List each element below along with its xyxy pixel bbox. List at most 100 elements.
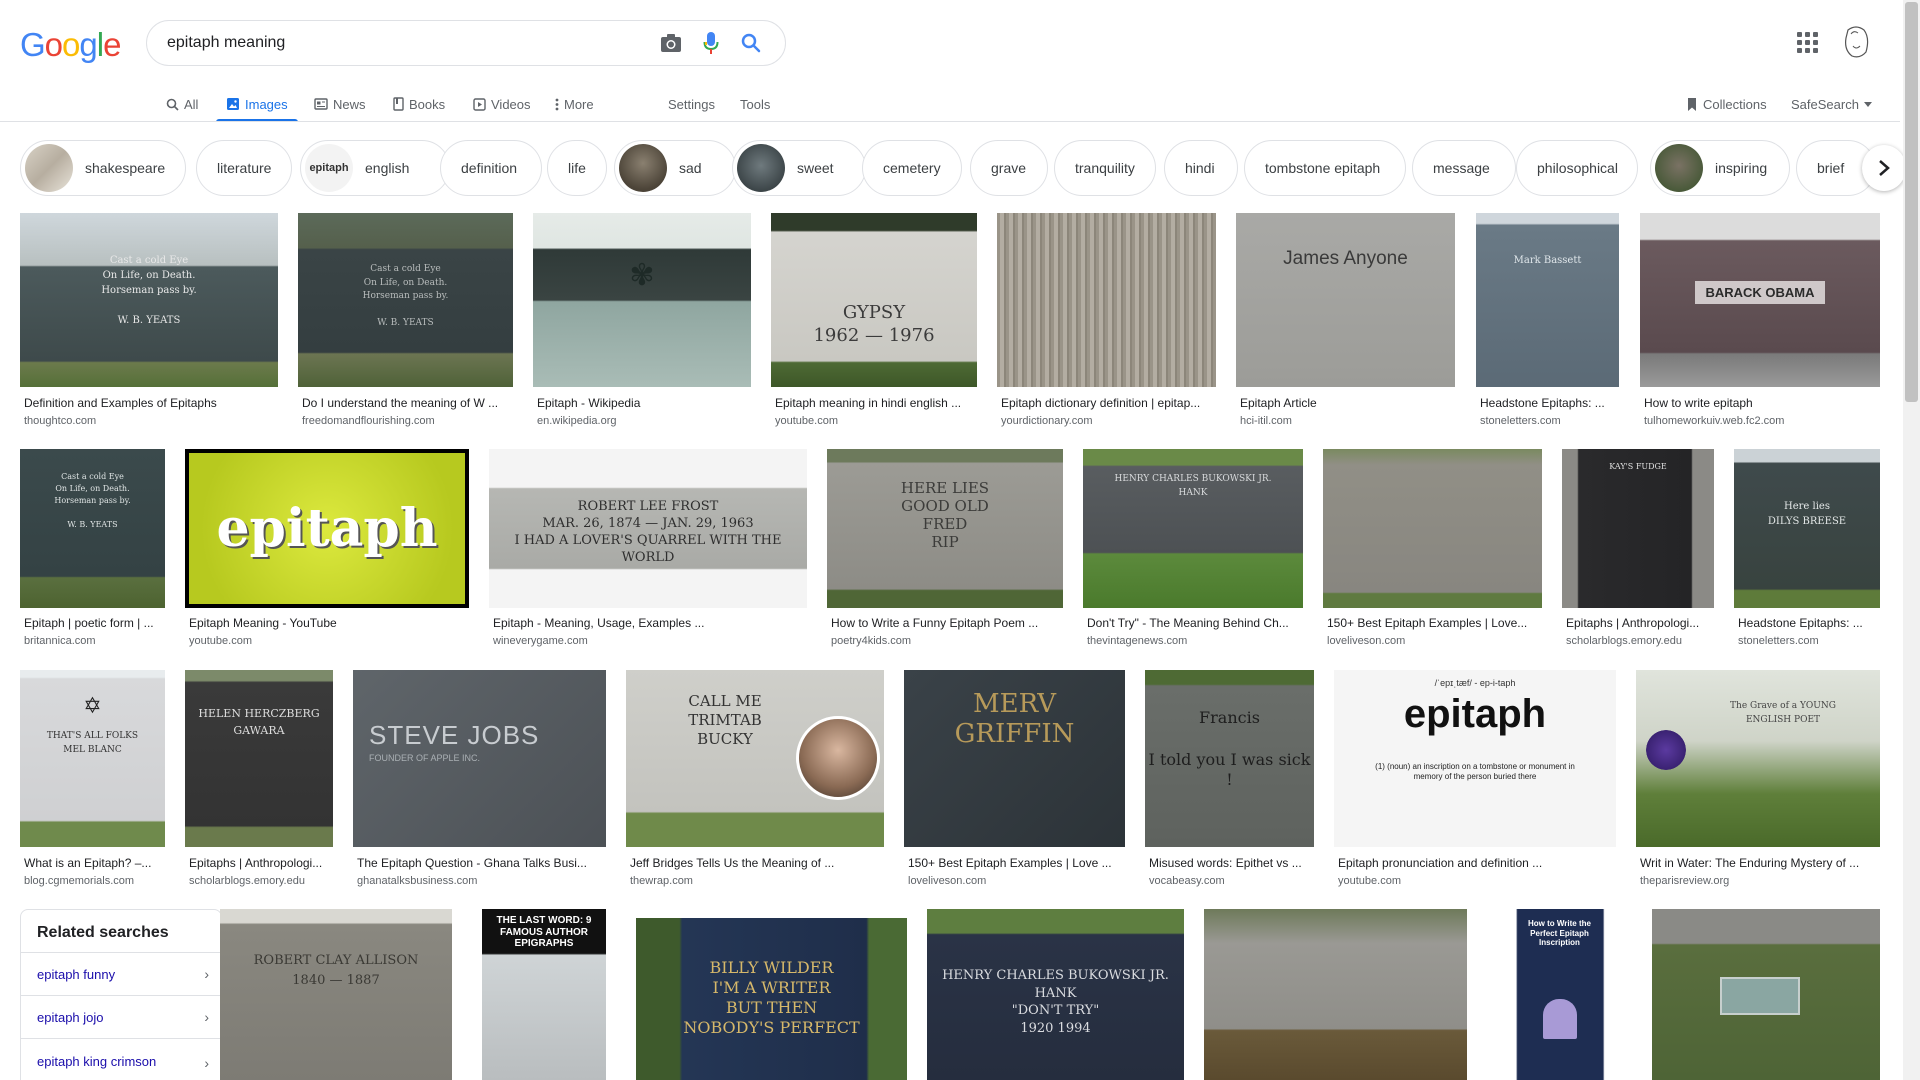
result-title: Epitaph - Meaning, Usage, Examples ... <box>493 616 705 630</box>
chip-label: life <box>568 160 586 176</box>
safesearch-dropdown[interactable]: SafeSearch <box>1791 86 1872 122</box>
chip-thumbnail-text: epitaph <box>309 162 349 174</box>
related-search-item[interactable]: epitaph jojo › <box>21 995 221 1038</box>
chip-thumbnail <box>737 144 785 192</box>
image-result[interactable]: HERE LIES GOOD OLD FRED RIP How to Write… <box>827 449 1063 649</box>
image-inscription: Mark Bassett <box>1513 255 1582 266</box>
settings-link[interactable]: Settings <box>668 86 715 122</box>
refinement-chips: shakespeare literature epitaph english d… <box>20 140 1900 196</box>
image-result[interactable]: ROBERT LEE FROST MAR. 26, 1874 — JAN. 29… <box>489 449 807 649</box>
google-apps-icon[interactable] <box>1795 30 1819 54</box>
chip-tombstone-epitaph[interactable]: tombstone epitaph <box>1244 140 1406 196</box>
result-title: Epitaphs | Anthropologi... <box>1566 616 1700 630</box>
search-icon <box>166 98 179 111</box>
image-result[interactable]: ✾ Epitaph - Wikipedia en.wikipedia.org <box>533 213 751 429</box>
chip-cemetery[interactable]: cemetery <box>862 140 962 196</box>
result-title: Don't Try" - The Meaning Behind Ch... <box>1087 616 1289 630</box>
chip-life[interactable]: life <box>547 140 607 196</box>
chip-inspiring[interactable]: inspiring <box>1650 140 1790 196</box>
image-result[interactable]: THE LAST WORD: 9 FAMOUS AUTHOR EPIGRAPHS <box>482 909 606 1080</box>
image-result[interactable]: Epitaph dictionary definition | epitap..… <box>997 213 1216 429</box>
result-title: What is an Epitaph? –... <box>24 856 152 870</box>
chip-sweet[interactable]: sweet <box>732 140 866 196</box>
image-inscription: ROBERT CLAY ALLISON 1840 — 1887 <box>253 953 419 988</box>
tab-all[interactable]: All <box>166 86 198 122</box>
image-result[interactable]: ROBERT CLAY ALLISON 1840 — 1887 <box>220 909 452 1080</box>
image-result[interactable]: MERV GRIFFIN 150+ Best Epitaph Examples … <box>904 670 1125 890</box>
chip-definition[interactable]: definition <box>440 140 542 196</box>
image-result[interactable] <box>1652 909 1880 1080</box>
chevron-right-icon: › <box>204 1054 209 1071</box>
chip-shakespeare[interactable]: shakespeare <box>20 140 186 196</box>
chip-label: inspiring <box>1715 160 1768 176</box>
search-box <box>146 20 786 66</box>
image-inscription: HENRY CHARLES BUKOWSKI JR. HANK <box>1114 474 1272 498</box>
microphone-icon[interactable] <box>691 23 731 63</box>
result-title: Jeff Bridges Tells Us the Meaning of ... <box>630 856 835 870</box>
result-title: Epitaph Article <box>1240 396 1317 410</box>
result-title: Epitaphs | Anthropologi... <box>189 856 323 870</box>
result-image: STEVE JOBS FOUNDER OF APPLE INC. <box>353 670 606 847</box>
avatar[interactable] <box>1840 24 1872 60</box>
image-result[interactable]: Here lies DILYS BREESE Headstone Epitaph… <box>1734 449 1880 649</box>
tab-images[interactable]: Images <box>216 86 298 122</box>
chips-next-button[interactable] <box>1862 145 1906 191</box>
scrollbar-thumb[interactable] <box>1905 2 1918 402</box>
image-result[interactable]: /ˈepɪˌtæf/ - ep-i-taph epitaph (1) (noun… <box>1334 670 1616 890</box>
image-result[interactable]: James Anyone Epitaph Article hci-itil.co… <box>1236 213 1455 429</box>
tab-news[interactable]: News <box>314 86 366 122</box>
chip-message[interactable]: message <box>1412 140 1516 196</box>
image-result[interactable]: STEVE JOBS FOUNDER OF APPLE INC. The Epi… <box>353 670 606 890</box>
tab-more[interactable]: More <box>555 86 594 122</box>
image-result[interactable]: ✡ THAT'S ALL FOLKS MEL BLANC What is an … <box>20 670 165 890</box>
image-result[interactable]: epitaph Epitaph Meaning - YouTube youtub… <box>185 449 469 649</box>
image-result[interactable]: Cast a cold Eye On Life, on Death. Horse… <box>20 213 278 429</box>
camera-icon[interactable] <box>651 23 691 63</box>
image-inscription: ✾ <box>629 258 655 293</box>
chip-english[interactable]: epitaph english <box>300 140 450 196</box>
image-result[interactable]: KAY'S FUDGE Epitaphs | Anthropologi... s… <box>1562 449 1714 649</box>
image-result[interactable]: Mark Bassett Headstone Epitaphs: ... sto… <box>1476 213 1619 429</box>
image-result[interactable]: BARACK OBAMA How to write epitaph tulhom… <box>1640 213 1880 429</box>
chip-label: shakespeare <box>85 160 166 176</box>
collections-link[interactable]: Collections <box>1686 86 1767 122</box>
image-result[interactable]: Francis I told you I was sick ! Misused … <box>1145 670 1314 890</box>
image-result[interactable]: HENRY CHARLES BUKOWSKI JR. HANK Don't Tr… <box>1083 449 1303 649</box>
search-icon[interactable] <box>731 23 771 63</box>
result-title: Headstone Epitaphs: ... <box>1480 396 1605 410</box>
chip-label: english <box>365 160 410 176</box>
related-search-item[interactable]: epitaph funny › <box>21 952 221 995</box>
image-result[interactable]: 150+ Best Epitaph Examples | Love... lov… <box>1323 449 1542 649</box>
image-result[interactable]: HELEN HERCZBERG GAWARA Epitaphs | Anthro… <box>185 670 333 890</box>
google-logo[interactable]: Google <box>20 26 121 64</box>
chip-philosophical[interactable]: philosophical <box>1516 140 1638 196</box>
search-input[interactable] <box>167 34 651 52</box>
image-result[interactable]: Cast a cold Eye On Life, on Death. Horse… <box>20 449 165 649</box>
tools-link[interactable]: Tools <box>740 86 770 122</box>
image-result[interactable]: Cast a cold Eye On Life, on Death. Horse… <box>298 213 513 429</box>
image-result[interactable]: The Grave of a YOUNG ENGLISH POET Writ i… <box>1636 670 1880 890</box>
related-search-item[interactable]: epitaph king crimson › <box>21 1038 221 1080</box>
tab-videos[interactable]: Videos <box>473 86 531 122</box>
image-result[interactable]: BILLY WILDER I'M A WRITER BUT THEN NOBOD… <box>636 918 907 1080</box>
chip-literature[interactable]: literature <box>196 140 292 196</box>
image-result[interactable] <box>1204 909 1467 1080</box>
tab-label: Collections <box>1703 96 1767 112</box>
image-result[interactable]: How to Write the Perfect Epitaph Inscrip… <box>1487 909 1632 1080</box>
result-image: MERV GRIFFIN <box>904 670 1125 847</box>
chip-hindi[interactable]: hindi <box>1164 140 1238 196</box>
news-icon <box>314 98 328 110</box>
image-result[interactable]: GYPSY 1962 — 1976 Epitaph meaning in hin… <box>771 213 977 429</box>
image-result[interactable]: HENRY CHARLES BUKOWSKI JR. HANK "DON'T T… <box>927 909 1184 1080</box>
result-title: The Epitaph Question - Ghana Talks Busi.… <box>357 856 587 870</box>
result-title: Do I understand the meaning of W ... <box>302 396 499 410</box>
image-result[interactable]: CALL ME TRIMTAB BUCKY Jeff Bridges Tells… <box>626 670 884 890</box>
chip-grave[interactable]: grave <box>970 140 1048 196</box>
tab-books[interactable]: Books <box>393 86 445 122</box>
result-title: Definition and Examples of Epitaphs <box>24 396 217 410</box>
chip-tranquility[interactable]: tranquility <box>1054 140 1156 196</box>
iris-flowers <box>1646 730 1686 770</box>
chip-label: brief <box>1817 160 1845 176</box>
chip-sad[interactable]: sad <box>614 140 736 196</box>
result-image: BARACK OBAMA <box>1640 213 1880 387</box>
